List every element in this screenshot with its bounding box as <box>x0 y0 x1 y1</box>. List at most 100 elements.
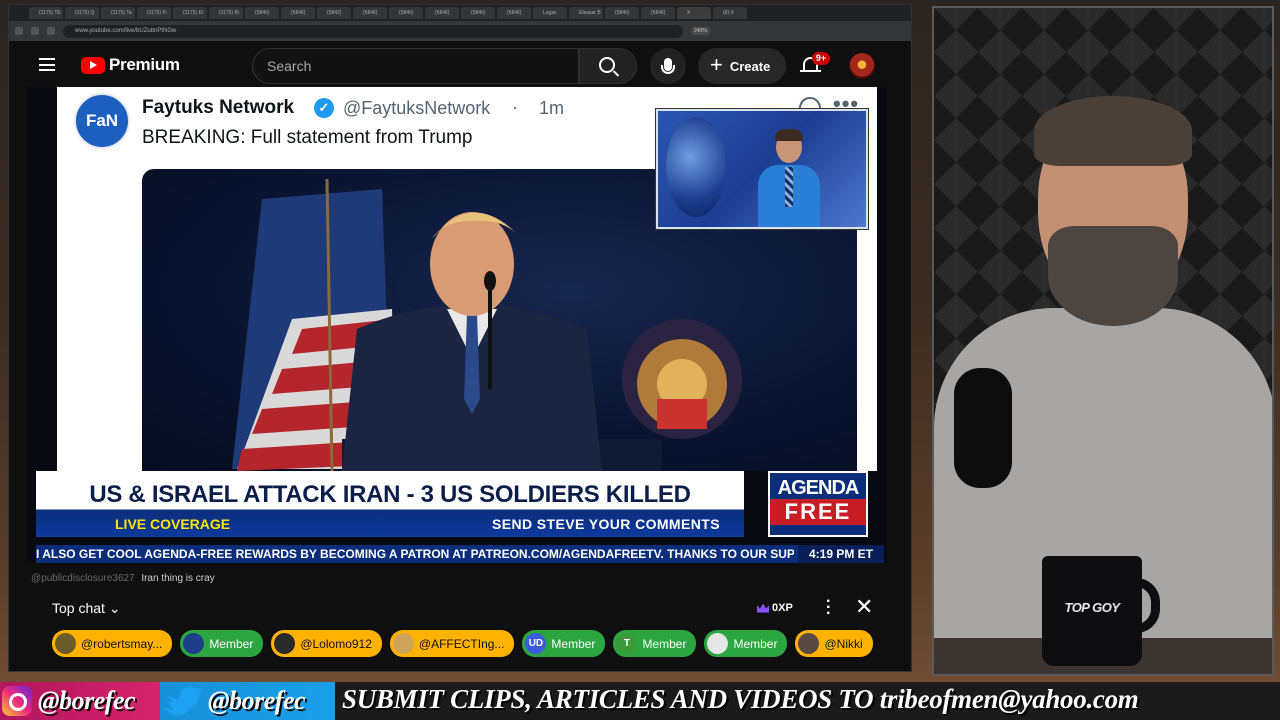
send-comments-label: SEND STEVE YOUR COMMENTS <box>492 516 720 532</box>
browser-window: (1175) TE (1175) Q (1175) Ta (1175) Fi (1175… <box>8 4 912 672</box>
chat-ticker-label: Member <box>551 636 596 651</box>
browser-tab[interactable]: (5846) <box>605 7 639 19</box>
chat-ticker-chip[interactable]: T Member <box>613 630 697 657</box>
ticker-time: 4:19 PM ET <box>798 545 884 563</box>
browser-tab[interactable]: (5846) <box>641 7 675 19</box>
browser-tab[interactable]: (1175) Q <box>65 7 99 19</box>
browser-tab[interactable]: (5846) <box>425 7 459 19</box>
forward-icon[interactable] <box>31 27 39 35</box>
tweet-handle: @FaytuksNetwork <box>343 98 491 118</box>
youtube-header: Premium Search + Create 9+ <box>9 41 911 91</box>
xp-label: 0XP <box>772 602 793 614</box>
browser-tab[interactable]: X <box>677 7 711 19</box>
chat-ticker-chip[interactable]: Member <box>704 630 788 657</box>
chevron-down-icon: ⌄ <box>108 600 121 616</box>
browser-tab[interactable]: (5846) <box>389 7 423 19</box>
back-icon[interactable] <box>15 27 23 35</box>
chat-avatar-icon <box>798 633 820 654</box>
url-field[interactable]: www.youtube.com/live/bUZuttnPtNGw <box>63 24 683 38</box>
news-lower-third: US & ISRAEL ATTACK IRAN - 3 US SOLDIERS … <box>36 471 744 537</box>
crown-icon <box>757 603 769 613</box>
browser-tab[interactable]: (8) X <box>713 7 747 19</box>
chat-ticker-chip[interactable]: @Lolomo912 <box>271 630 382 657</box>
youtube-play-icon <box>81 56 105 74</box>
twitter-bird-icon <box>162 686 202 716</box>
chat-ticker-label: Member <box>209 636 254 651</box>
browser-tab[interactable]: Eleazar B <box>569 7 603 19</box>
ticker-text: I ALSO GET COOL AGENDA-FREE REWARDS BY B… <box>36 547 794 561</box>
browser-tab[interactable]: (1175) Fi <box>137 7 171 19</box>
chat-ticker-label: Member <box>733 636 778 651</box>
instagram-icon <box>2 686 32 716</box>
reload-icon[interactable] <box>47 27 55 35</box>
chat-avatar-icon <box>55 633 76 654</box>
top-chat-label: Top chat <box>52 600 105 616</box>
picture-in-picture-host <box>656 109 868 229</box>
tweet-separator: · <box>512 97 518 117</box>
host-hair-image <box>1034 96 1192 166</box>
close-icon[interactable]: ✕ <box>855 596 873 618</box>
search-input[interactable]: Search <box>252 48 579 84</box>
video-player[interactable]: FaN Faytuks Network ✓ @FaytuksNetwork · … <box>27 87 887 563</box>
hamburger-menu-icon[interactable] <box>39 58 55 71</box>
chat-ticker-label: @Nikki <box>824 636 863 651</box>
browser-tab[interactable]: (1175) Br <box>209 7 243 19</box>
chat-avatar-icon <box>274 633 296 654</box>
globe-image <box>666 117 726 217</box>
browser-tab[interactable]: (5846) <box>281 7 315 19</box>
chat-ticker-chip[interactable]: @Nikki <box>795 630 873 657</box>
browser-tab[interactable]: Legac <box>533 7 567 19</box>
chat-preview-text: Iran thing is cray <box>141 573 215 584</box>
browser-tab[interactable]: (5842) <box>317 7 351 19</box>
chat-tickers: @robertsmay... Member @Lolomo912 @AFFECTIng… <box>52 630 887 657</box>
twitter-handle: @borefec <box>208 686 306 715</box>
tweet-time: 1m <box>539 98 565 118</box>
zoom-indicator[interactable]: 240% <box>691 27 710 35</box>
chat-ticker-chip[interactable]: @robertsmay... <box>52 630 173 657</box>
plus-icon: + <box>710 52 723 77</box>
live-coverage-label: LIVE COVERAGE <box>115 516 231 532</box>
search-icon <box>598 56 615 73</box>
browser-tab[interactable]: (5846) <box>461 7 495 19</box>
tweet-text: BREAKING: Full statement from Trump <box>142 127 473 148</box>
browser-tab[interactable]: (5846) <box>245 7 279 19</box>
chat-avatar-icon: T <box>616 633 638 654</box>
chat-ticker-chip[interactable]: UD Member <box>522 630 606 657</box>
tweet-author-name: Faytuks Network <box>142 97 295 118</box>
host-beard-image <box>1048 226 1178 326</box>
address-bar: www.youtube.com/live/bUZuttnPtNGw 240% <box>9 21 911 41</box>
youtube-logo[interactable]: Premium <box>81 55 180 75</box>
voice-search-button[interactable] <box>650 48 686 84</box>
chat-ticker-label: @robertsmay... <box>81 636 163 651</box>
stream-layout: (1175) TE (1175) Q (1175) Ta (1175) Fi (1175… <box>0 0 1280 720</box>
search-button[interactable] <box>579 48 637 84</box>
browser-tab[interactable]: (5846) <box>497 7 531 19</box>
instagram-handle: @borefec <box>38 686 136 715</box>
chat-ticker-label: @AFFECTIng... <box>418 636 505 651</box>
logo-top-text: AGENDA <box>777 477 860 499</box>
news-ticker: I ALSO GET COOL AGENDA-FREE REWARDS BY B… <box>36 545 884 563</box>
chat-ticker-chip[interactable]: @AFFECTIng... <box>389 630 515 657</box>
create-button[interactable]: + Create <box>698 48 786 84</box>
browser-tab[interactable]: (1175) El <box>173 7 207 19</box>
microphone-icon <box>661 58 675 74</box>
more-options-icon[interactable]: · · · <box>826 594 831 622</box>
headline: US & ISRAEL ATTACK IRAN - 3 US SOLDIERS … <box>89 481 691 508</box>
top-chat-dropdown[interactable]: Top chat ⌄ <box>52 600 121 617</box>
browser-tab[interactable]: (1175) TE <box>29 7 63 19</box>
browser-tab[interactable]: (5846) <box>353 7 387 19</box>
youtube-wordmark: Premium <box>109 55 180 74</box>
browser-tab[interactable]: (1175) Ta <box>101 7 135 19</box>
logo-bottom-text: FREE <box>770 499 866 525</box>
chat-ticker-chip[interactable]: Member <box>180 630 264 657</box>
mug-text: TOP GOY <box>1064 600 1120 615</box>
notifications-badge: 9+ <box>812 52 830 65</box>
live-chat-panel: Top chat ⌄ 0XP · · · ✕ @robertsmay... Membe… <box>27 587 887 665</box>
chat-avatar-icon <box>183 633 205 654</box>
tab-strip: (1175) TE (1175) Q (1175) Ta (1175) Fi (1175… <box>9 5 911 21</box>
host-webcam: TOP GOY <box>932 6 1274 676</box>
agenda-free-logo: AGENDA FREE <box>768 471 868 537</box>
account-avatar[interactable] <box>849 53 875 79</box>
xp-badge[interactable]: 0XP <box>757 599 793 617</box>
bottom-banner: @borefec @borefec SUBMIT CLIPS, ARTICLES… <box>0 682 1280 720</box>
